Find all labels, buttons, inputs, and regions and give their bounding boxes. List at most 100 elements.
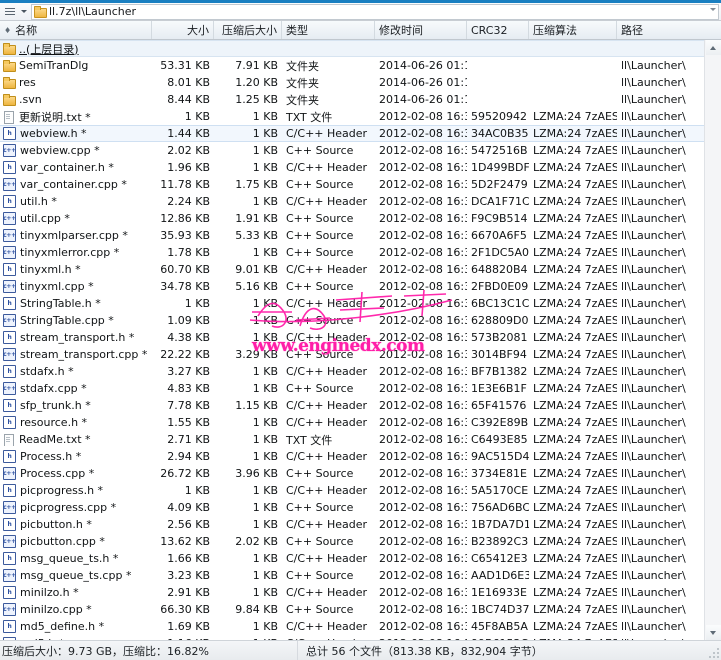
cell-method: LZMA:24 7zAES:19 <box>533 399 617 412</box>
table-row[interactable]: c++ picprogress.cpp * 4.09 KB 1 KB C++ Sourc… <box>0 499 704 516</box>
cell-size: 3.27 KB <box>167 365 210 378</box>
cell-type: C/C++ Header <box>286 620 368 633</box>
resize-grip[interactable] <box>709 648 720 659</box>
table-row[interactable]: c++ util.cpp * 12.86 KB 1.91 KB C++ Source 20… <box>0 210 704 227</box>
cell-crc: C6493E85 <box>471 433 528 446</box>
table-row[interactable]: h stdafx.h * 3.27 KB 1 KB C/C++ Header 2012-0… <box>0 363 704 380</box>
cell-type: C++ Source <box>286 229 354 242</box>
cell-name: h tinyxml.h * <box>0 263 152 276</box>
vertical-scrollbar[interactable] <box>704 40 721 640</box>
cell-crc: B23892C3 <box>471 535 529 548</box>
column-header-label: 修改时间 <box>379 24 423 37</box>
cell-size: 7.78 KB <box>167 399 210 412</box>
table-row[interactable]: 更新说明.txt * 1 KB 1 KB TXT 文件 2012-02-08 16:37… <box>0 108 704 125</box>
cell-mtime: 2012-02-08 16:37:... <box>379 552 467 565</box>
table-row[interactable]: c++ Process.cpp * 26.72 KB 3.96 KB C++ Sourc… <box>0 465 704 482</box>
cell-size: 2.94 KB <box>167 450 210 463</box>
table-row[interactable]: h md5_define.h * 1.69 KB 1 KB C/C++ Header 20… <box>0 618 704 635</box>
folder-icon <box>3 43 16 55</box>
table-row[interactable]: c++ stdafx.cpp * 4.83 KB 1 KB C++ Source 2012… <box>0 380 704 397</box>
header-file-icon: h <box>3 552 16 565</box>
table-row[interactable]: h util.h * 2.24 KB 1 KB C/C++ Header 2012-02-… <box>0 193 704 210</box>
column-header-method[interactable]: 压缩算法 <box>529 21 617 39</box>
cell-crc: 2FBD0E09 <box>471 280 529 293</box>
table-row[interactable]: res 8.01 KB 1.20 KB 文件夹 2014-06-26 01:12:...… <box>0 74 704 91</box>
cell-path: ll\Launcher\ <box>621 212 686 225</box>
file-name: stdafx.h * <box>20 365 74 378</box>
cpp-file-icon: c++ <box>3 280 16 293</box>
cell-mtime: 2012-02-08 16:37:... <box>379 246 467 259</box>
table-row[interactable]: SemiTranDlg 53.31 KB 7.91 KB 文件夹 2014-06-26 … <box>0 57 704 74</box>
cell-name: h Process.h * <box>0 450 152 463</box>
table-row[interactable]: h minilzo.h * 2.91 KB 1 KB C/C++ Header 2012-… <box>0 584 704 601</box>
cell-size: 60.70 KB <box>160 263 210 276</box>
column-header-psize[interactable]: 压缩后大小 <box>214 21 282 39</box>
chevron-down-icon[interactable] <box>18 5 29 18</box>
cell-name: c++ StringTable.cpp * <box>0 314 152 327</box>
cell-size: 13.62 KB <box>160 535 210 548</box>
table-row[interactable]: h stream_transport.h * 4.38 KB 1 KB C/C++ He… <box>0 329 704 346</box>
menu-icon[interactable] <box>3 5 16 18</box>
table-row[interactable]: h Process.h * 2.94 KB 1 KB C/C++ Header 2012-… <box>0 448 704 465</box>
table-row[interactable]: .svn 8.44 KB 1.25 KB 文件夹 2014-06-26 01:12:..… <box>0 91 704 108</box>
table-row[interactable]: c++ tinyxml.cpp * 34.78 KB 5.16 KB C++ Sourc… <box>0 278 704 295</box>
column-header-crc[interactable]: CRC32 <box>467 21 529 39</box>
column-header-path[interactable]: 路径 <box>617 21 707 39</box>
cell-size: 11.78 KB <box>160 178 210 191</box>
cell-crc: C392E89B <box>471 416 529 429</box>
table-row[interactable]: h picbutton.h * 2.56 KB 1 KB C/C++ Header 201… <box>0 516 704 533</box>
table-row[interactable]: h msg_queue_ts.h * 1.66 KB 1 KB C/C++ Header… <box>0 550 704 567</box>
header-file-icon: h <box>3 331 16 344</box>
table-row[interactable]: c++ webview.cpp * 2.02 KB 1 KB C++ Source 201… <box>0 142 704 159</box>
column-header-size[interactable]: 大小 <box>152 21 214 39</box>
file-list[interactable]: ..(上层目录) SemiTranDlg 53.31 KB 7.91 KB 文件夹 201… <box>0 40 704 640</box>
cell-type: C++ Source <box>286 246 354 259</box>
table-row[interactable]: c++ msg_queue_ts.cpp * 3.23 KB 1 KB C++ Sour… <box>0 567 704 584</box>
cell-psize: 9.84 KB <box>235 603 278 616</box>
column-header-name[interactable]: ♦ 名称 <box>0 21 152 39</box>
scroll-down-button[interactable] <box>705 625 721 640</box>
cell-type: C/C++ Header <box>286 518 368 531</box>
cell-crc: 34AC0B35 <box>471 127 529 140</box>
cell-mtime: 2012-02-08 16:37:... <box>379 518 467 531</box>
table-row[interactable]: c++ minilzo.cpp * 66.30 KB 9.84 KB C++ Sourc… <box>0 601 704 618</box>
cell-method: LZMA:24 7zAES:19 <box>533 144 617 157</box>
cell-size: 2.02 KB <box>167 144 210 157</box>
table-row[interactable]: c++ stream_transport.cpp * 22.22 KB 3.29 KB… <box>0 346 704 363</box>
cell-type: C++ Source <box>286 178 354 191</box>
table-row[interactable]: h StringTable.h * 1 KB 1 KB C/C++ Header 2012… <box>0 295 704 312</box>
table-row[interactable]: h var_container.h * 1.96 KB 1 KB C/C++ Heade… <box>0 159 704 176</box>
table-row[interactable]: c++ tinyxmlerror.cpp * 1.78 KB 1 KB C++ Sour… <box>0 244 704 261</box>
table-row[interactable]: h picprogress.h * 1 KB 1 KB C/C++ Header 2012… <box>0 482 704 499</box>
column-header-type[interactable]: 类型 <box>282 21 375 39</box>
cell-psize: 1 KB <box>252 127 278 140</box>
column-header-mtime[interactable]: 修改时间 <box>375 21 467 39</box>
path-input[interactable]: ll.7z\ll\Launcher <box>31 3 719 20</box>
cell-psize: 7.91 KB <box>235 59 278 72</box>
cell-size: 1.44 KB <box>167 127 210 140</box>
cell-size: 3.23 KB <box>167 569 210 582</box>
cell-name: h util.h * <box>0 195 152 208</box>
table-row[interactable]: ReadMe.txt * 2.71 KB 1 KB TXT 文件 2012-02-08 … <box>0 431 704 448</box>
table-row[interactable]: h tinyxml.h * 60.70 KB 9.01 KB C/C++ Header 2… <box>0 261 704 278</box>
table-row[interactable]: h sfp_trunk.h * 7.78 KB 1.15 KB C/C++ Header… <box>0 397 704 414</box>
table-row[interactable]: c++ picbutton.cpp * 13.62 KB 2.02 KB C++ Sou… <box>0 533 704 550</box>
cell-method: LZMA:24 7zAES:19 <box>533 518 617 531</box>
cell-type: C/C++ Header <box>286 450 368 463</box>
cell-method: LZMA:24 7zAES:19 <box>533 467 617 480</box>
file-name: ReadMe.txt * <box>19 433 91 446</box>
table-row[interactable]: ..(上层目录) <box>0 40 704 57</box>
header-file-icon: h <box>3 620 16 633</box>
table-row[interactable]: h resource.h * 1.55 KB 1 KB C/C++ Header 2012… <box>0 414 704 431</box>
table-row[interactable]: c++ tinyxmlparser.cpp * 35.93 KB 5.33 KB C++… <box>0 227 704 244</box>
file-name: resource.h * <box>20 416 88 429</box>
cell-mtime: 2014-06-26 01:12:... <box>379 59 467 72</box>
scroll-up-button[interactable] <box>705 40 721 55</box>
table-row[interactable]: c++ StringTable.cpp * 1.09 KB 1 KB C++ Sourc… <box>0 312 704 329</box>
cell-psize: 1 KB <box>252 433 278 446</box>
cell-mtime: 2012-02-08 16:37:... <box>379 450 467 463</box>
path-chevron-down-icon[interactable] <box>710 7 716 11</box>
table-row[interactable]: c++ var_container.cpp * 11.78 KB 1.75 KB C++… <box>0 176 704 193</box>
table-row[interactable]: h webview.h * 1.44 KB 1 KB C/C++ Header 2012-… <box>0 125 704 142</box>
cpp-file-icon: c++ <box>3 535 16 548</box>
